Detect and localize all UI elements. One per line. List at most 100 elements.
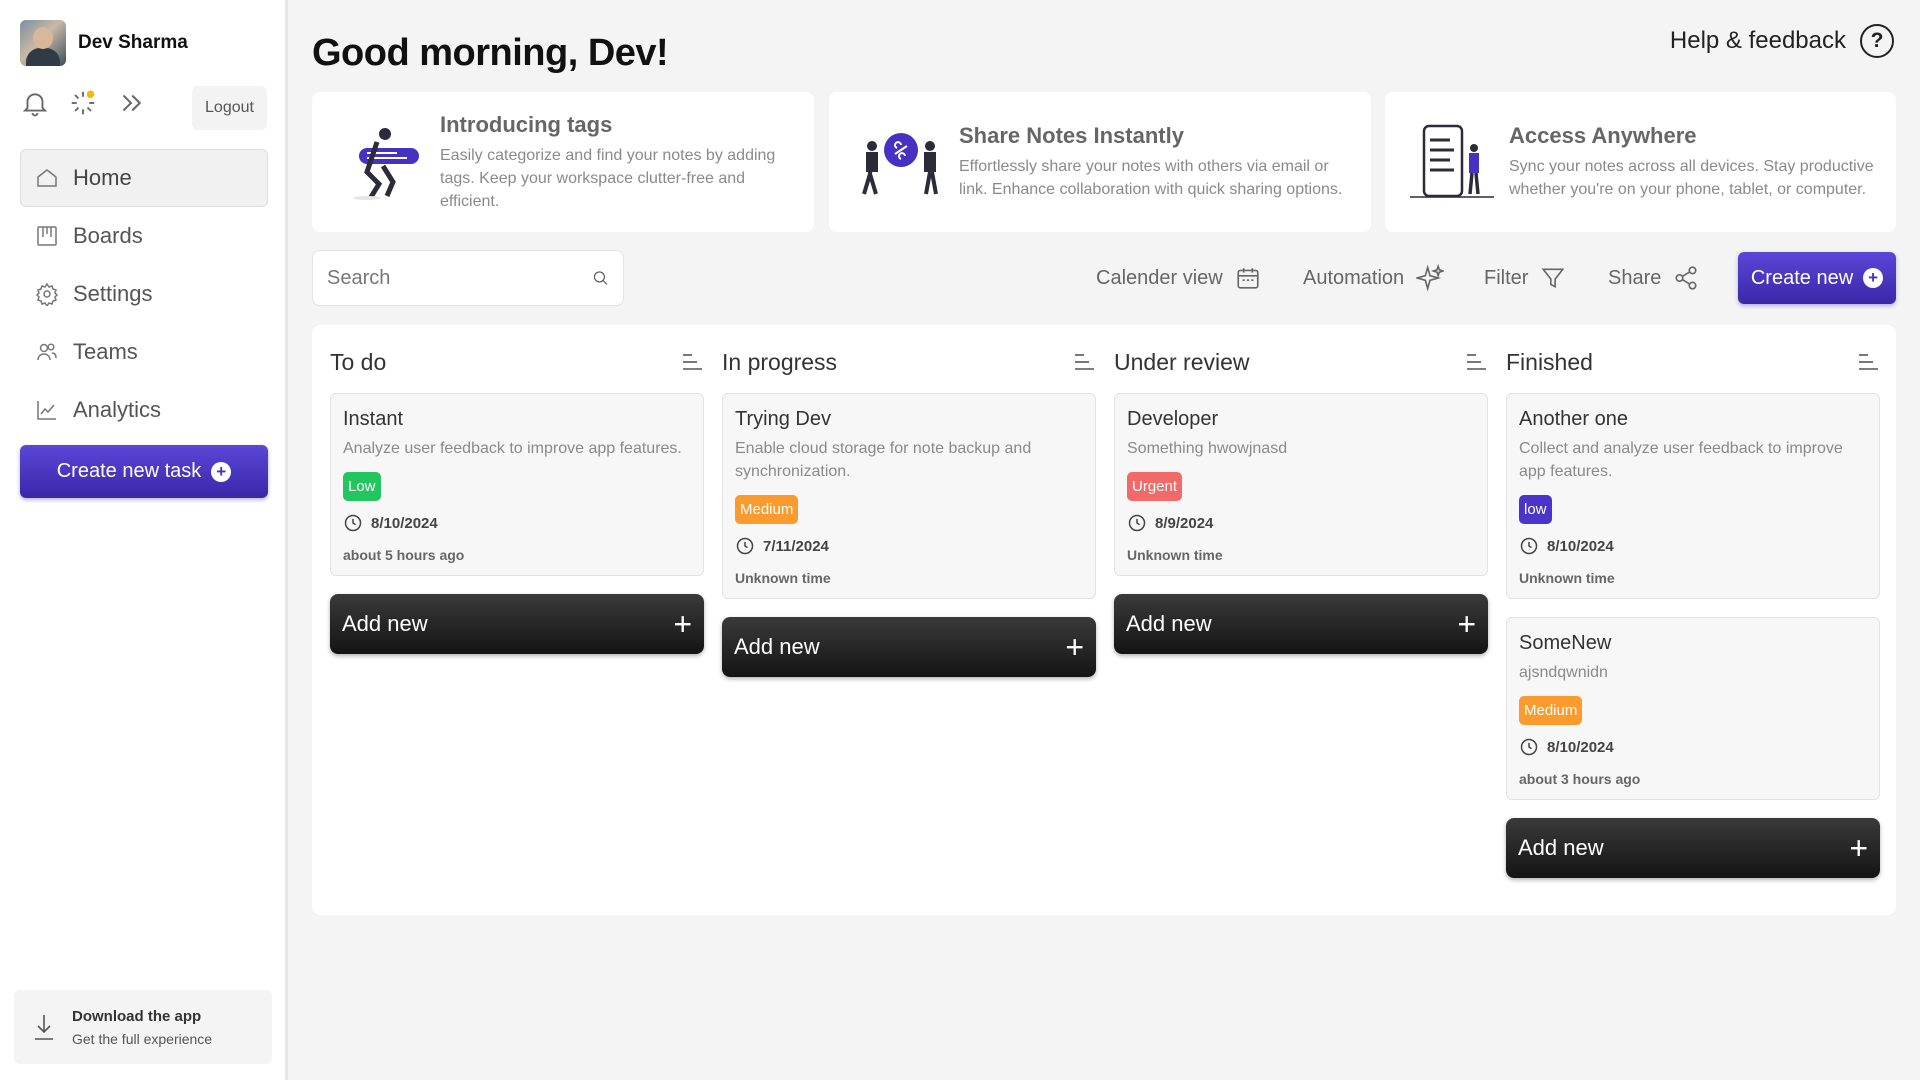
info-card-desc: Effortlessly share your notes with other…: [959, 158, 1343, 198]
download-title: Download the app: [72, 1007, 202, 1025]
priority-badge: Medium: [735, 495, 799, 524]
bell-icon[interactable]: [20, 88, 50, 118]
task-updated-time: Unknown time: [1519, 570, 1615, 586]
help-label: Help & feedback: [1669, 27, 1846, 54]
priority-badge: Urgent: [1127, 472, 1183, 501]
add-new-label: Add new: [734, 634, 820, 659]
sidebar-item-home[interactable]: Home: [20, 149, 268, 207]
plus-icon: +: [1065, 629, 1084, 665]
task-updated-time: Unknown time: [1127, 547, 1223, 563]
column-header: Finished: [1506, 325, 1880, 393]
clock-icon: [344, 514, 362, 532]
column-title: To do: [330, 348, 387, 375]
task-title: Instant: [343, 408, 404, 430]
avatar: [20, 20, 66, 66]
share-button[interactable]: Share: [1608, 250, 1699, 306]
priority-badge: Medium: [1519, 696, 1583, 725]
calendar-icon: [1237, 268, 1259, 289]
task-date: 7/11/2024: [735, 536, 1083, 556]
task-card[interactable]: Instant Analyze user feedback to improve…: [330, 393, 704, 576]
column-in-progress: In progress Trying Dev Enable cloud stor…: [722, 325, 1096, 677]
task-date-value: 8/9/2024: [1155, 514, 1214, 532]
clock-icon: [1520, 738, 1538, 756]
filter-button[interactable]: Filter: [1484, 250, 1566, 306]
task-card[interactable]: SomeNew ajsndqwnidn Medium 8/10/2024 abo…: [1506, 617, 1880, 800]
automation-label: Automation: [1303, 266, 1405, 289]
info-card-access: Access Anywhere Sync your notes across a…: [1385, 92, 1896, 232]
add-new-task-button[interactable]: Add new +: [1506, 818, 1880, 878]
sidebar-item-label: Teams: [73, 339, 138, 364]
sidebar-item-teams[interactable]: Teams: [20, 323, 268, 381]
info-card-title: Introducing tags: [440, 111, 613, 137]
task-updated-time: about 5 hours ago: [343, 547, 465, 563]
calendar-view-label: Calender view: [1096, 266, 1223, 289]
task-date-value: 8/10/2024: [1547, 738, 1614, 756]
add-new-task-button[interactable]: Add new +: [722, 617, 1096, 677]
add-new-task-button[interactable]: Add new +: [1114, 594, 1488, 654]
task-title: Developer: [1127, 408, 1219, 430]
column-header: Under review: [1114, 325, 1488, 393]
task-card[interactable]: Trying Dev Enable cloud storage for note…: [722, 393, 1096, 599]
task-description: Collect and analyze user feedback to imp…: [1519, 440, 1843, 480]
task-description: Something hwowjnasd: [1127, 440, 1288, 457]
create-new-label: Create new: [1750, 266, 1854, 289]
sidebar-item-label: Boards: [73, 223, 143, 248]
sort-lines-icon[interactable]: [1464, 350, 1488, 374]
sparkles-icon: [1416, 264, 1445, 292]
calendar-view-button[interactable]: Calender view: [1096, 250, 1261, 306]
create-new-button[interactable]: Create new +: [1738, 252, 1896, 304]
page-greeting: Good morning, Dev!: [312, 32, 669, 74]
plus-icon: +: [1849, 830, 1868, 866]
task-date: 8/9/2024: [1127, 513, 1475, 533]
info-card-share: Share Notes Instantly Effortlessly share…: [829, 92, 1371, 232]
add-new-task-button[interactable]: Add new +: [330, 594, 704, 654]
column-title: Finished: [1506, 348, 1593, 375]
question-circle-icon: ?: [1860, 24, 1894, 58]
download-app-banner[interactable]: Download the app Get the full experience: [14, 990, 272, 1064]
task-date: 8/10/2024: [343, 513, 691, 533]
logout-button[interactable]: Logout: [192, 86, 267, 130]
sort-lines-icon[interactable]: [1072, 350, 1096, 374]
sort-lines-icon[interactable]: [1856, 350, 1880, 374]
user-profile[interactable]: Dev Sharma: [20, 20, 188, 66]
task-date-value: 8/10/2024: [1547, 537, 1614, 555]
search-input[interactable]: [327, 266, 592, 290]
sidebar-item-boards[interactable]: Boards: [20, 207, 268, 265]
sidebar-nav: Home Boards Settings Teams Analytics: [20, 149, 268, 439]
task-date: 8/10/2024: [1519, 737, 1867, 757]
add-new-label: Add new: [1126, 611, 1212, 636]
sidebar-icon-row: [20, 88, 146, 118]
task-title: Trying Dev: [735, 408, 831, 430]
add-new-label: Add new: [1518, 835, 1604, 860]
task-date-value: 7/11/2024: [763, 537, 829, 555]
info-card-desc: Easily categorize and find your notes by…: [440, 146, 776, 210]
download-icon: [35, 1015, 53, 1040]
double-chevron-right-icon[interactable]: [116, 88, 146, 118]
filter-icon: [1542, 268, 1565, 288]
create-new-task-button[interactable]: Create new task +: [20, 445, 268, 498]
user-name: Dev Sharma: [78, 32, 188, 53]
help-feedback-link[interactable]: Help & feedback ?: [1670, 24, 1894, 58]
search-box[interactable]: [312, 250, 624, 306]
task-description: Enable cloud storage for note backup and…: [735, 440, 1032, 480]
column-todo: To do Instant Analyze user feedback to i…: [330, 325, 704, 654]
sidebar-item-settings[interactable]: Settings: [20, 265, 268, 323]
automation-button[interactable]: Automation: [1303, 250, 1445, 306]
sort-lines-icon[interactable]: [680, 350, 704, 374]
share-illustration-icon: [851, 112, 951, 212]
kanban-board: To do Instant Analyze user feedback to i…: [312, 325, 1896, 915]
add-new-label: Add new: [342, 611, 428, 636]
plus-circle-icon: +: [1863, 268, 1884, 288]
loading-sun-icon[interactable]: [68, 88, 98, 118]
task-date-value: 8/10/2024: [371, 514, 438, 532]
sidebar-item-analytics[interactable]: Analytics: [20, 381, 268, 439]
task-card[interactable]: Another one Collect and analyze user fee…: [1506, 393, 1880, 599]
info-card-tags: Introducing tags Easily categorize and f…: [312, 92, 814, 232]
boards-icon: [37, 226, 57, 246]
download-subtitle: Get the full experience: [72, 1030, 213, 1047]
task-card[interactable]: Developer Something hwowjnasd Urgent 8/9…: [1114, 393, 1488, 576]
analytics-icon: [37, 401, 56, 420]
task-title: Another one: [1519, 408, 1628, 430]
sidebar-item-label: Settings: [73, 281, 153, 306]
column-title: Under review: [1114, 348, 1250, 375]
